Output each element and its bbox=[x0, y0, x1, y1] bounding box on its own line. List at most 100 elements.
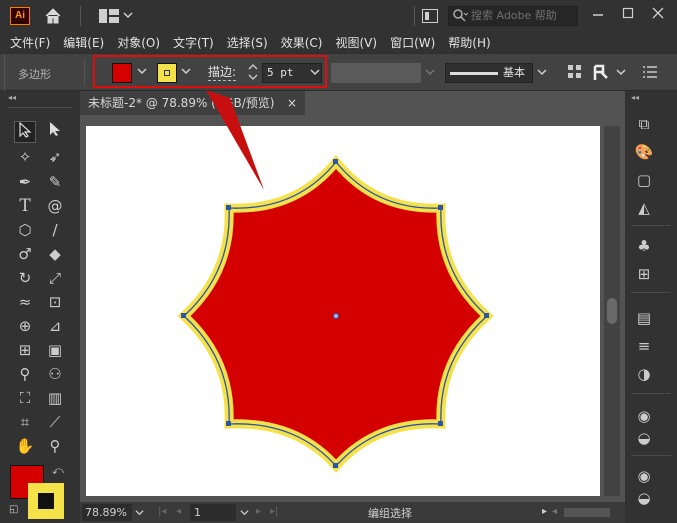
rotate-tool-icon[interactable]: ↻ bbox=[14, 267, 36, 289]
callout-arrow bbox=[206, 90, 264, 190]
pencil-tool-icon[interactable]: / bbox=[44, 219, 66, 241]
menu-help[interactable]: 帮助(H) bbox=[448, 34, 490, 51]
artboard-number-field[interactable]: 1 bbox=[190, 504, 236, 521]
width-tool-icon[interactable]: ≈ bbox=[14, 291, 36, 313]
chevron-down-icon[interactable] bbox=[616, 67, 626, 80]
workspace-grid-icon[interactable] bbox=[99, 9, 119, 26]
gradient-tool-icon[interactable]: ▣ bbox=[44, 339, 66, 361]
maximize-icon[interactable] bbox=[618, 6, 638, 26]
menu-view[interactable]: 视图(V) bbox=[335, 34, 377, 51]
mesh-tool-icon[interactable]: ⊞ bbox=[14, 339, 36, 361]
selection-tool-icon[interactable] bbox=[14, 121, 36, 143]
zoom-level-field[interactable]: 78.89% bbox=[82, 504, 132, 521]
brush-definition-label: 基本 bbox=[503, 66, 525, 79]
artboard-tool-icon[interactable]: ⌗ bbox=[14, 411, 36, 433]
menu-effect[interactable]: 效果(C) bbox=[281, 34, 323, 51]
paintbrush-tool-icon[interactable]: ♂ bbox=[14, 243, 36, 265]
collapse-panel-icon[interactable]: ◂◂ bbox=[8, 93, 16, 102]
last-artboard-icon[interactable]: ▸| bbox=[270, 506, 278, 517]
free-transform-tool-icon[interactable]: ⊡ bbox=[44, 291, 66, 313]
divider bbox=[8, 107, 72, 108]
panel-grip[interactable] bbox=[0, 54, 5, 92]
menu-file[interactable]: 文件(F) bbox=[10, 34, 50, 51]
chevron-down-icon[interactable] bbox=[123, 9, 133, 23]
spiral-tool-icon[interactable]: @ bbox=[44, 195, 66, 217]
divider bbox=[631, 455, 671, 456]
lasso-tool-icon[interactable]: ➶ bbox=[44, 146, 66, 168]
zoom-tool-icon[interactable]: ⚲ bbox=[44, 435, 66, 457]
appearance-panel-icon[interactable]: ◑ bbox=[633, 363, 655, 385]
artboard[interactable] bbox=[86, 126, 600, 496]
properties-panel-icon[interactable]: ⧉ bbox=[633, 113, 655, 135]
swap-fill-stroke-icon[interactable]: ⤺ bbox=[52, 464, 64, 478]
next-artboard-icon[interactable]: ▸ bbox=[256, 506, 261, 517]
divider bbox=[631, 393, 671, 394]
chevron-down-icon[interactable] bbox=[537, 67, 547, 80]
symbols-panel-icon[interactable]: ♣ bbox=[633, 235, 655, 257]
scale-tool-icon[interactable]: ⤢ bbox=[44, 267, 66, 289]
panel-dock: ◂◂ ⧉ 🎨 ▢ ◭ ♣ ⊞ ▤ ≡ ◑ ◉ ◒ ◉ ◒ bbox=[625, 91, 677, 523]
close-tab-icon[interactable]: × bbox=[287, 91, 301, 115]
first-artboard-icon[interactable]: |◂ bbox=[158, 506, 166, 517]
color-panel-icon[interactable]: 🎨 bbox=[633, 141, 655, 163]
curvature-tool-icon[interactable]: ✎ bbox=[44, 171, 66, 193]
scrollbar-thumb[interactable] bbox=[607, 298, 617, 324]
perspective-grid-tool-icon[interactable]: ⊿ bbox=[44, 315, 66, 337]
chevron-down-icon[interactable] bbox=[240, 507, 249, 520]
variable-width-profile[interactable] bbox=[331, 63, 421, 83]
align-icon[interactable] bbox=[568, 65, 582, 82]
blend-tool-icon[interactable]: ⚇ bbox=[44, 363, 66, 385]
type-tool-icon[interactable]: T bbox=[14, 195, 36, 217]
chevron-down-icon[interactable] bbox=[425, 67, 435, 80]
divider bbox=[631, 292, 671, 293]
shape-builder-tool-icon[interactable]: ⊕ bbox=[14, 315, 36, 337]
menu-type[interactable]: 文字(T) bbox=[173, 34, 214, 51]
chevron-down-icon[interactable] bbox=[135, 507, 144, 520]
asset-export-panel-icon[interactable]: ◉ bbox=[633, 465, 655, 487]
brush-stroke-preview bbox=[450, 72, 498, 75]
minimize-icon[interactable] bbox=[588, 6, 608, 26]
eraser-tool-icon[interactable]: ◆ bbox=[44, 243, 66, 265]
menu-window[interactable]: 窗口(W) bbox=[390, 34, 435, 51]
direct-selection-tool-icon[interactable] bbox=[44, 121, 66, 143]
artboards-panel-icon[interactable]: ◒ bbox=[633, 487, 655, 509]
expand-panels-icon[interactable]: ◂◂ bbox=[631, 93, 639, 102]
transparency-panel-icon[interactable]: ▤ bbox=[633, 307, 655, 329]
status-menu-arrow-icon[interactable]: ▸ bbox=[542, 506, 547, 517]
divider bbox=[84, 60, 85, 86]
divider bbox=[80, 6, 81, 26]
magic-wand-tool-icon[interactable]: ✧ bbox=[14, 146, 36, 168]
menu-object[interactable]: 对象(O) bbox=[117, 34, 160, 51]
slice-tool-icon[interactable]: ⟋ bbox=[44, 411, 66, 433]
menu-select[interactable]: 选择(S) bbox=[227, 34, 268, 51]
swatches-panel-icon[interactable]: ⊞ bbox=[633, 263, 655, 285]
eyedropper-tool-icon[interactable]: ⚲ bbox=[14, 363, 36, 385]
panel-menu-icon[interactable] bbox=[643, 66, 657, 81]
center-point bbox=[333, 313, 339, 319]
previous-artboard-icon[interactable]: ◂ bbox=[176, 506, 181, 517]
octagram-artwork[interactable] bbox=[86, 126, 600, 496]
column-graph-tool-icon[interactable]: ▥ bbox=[44, 387, 66, 409]
horizontal-scrollbar[interactable] bbox=[564, 508, 610, 517]
transform-icon[interactable] bbox=[593, 64, 611, 85]
libraries-panel-icon[interactable]: ◒ bbox=[633, 427, 655, 449]
gradient-panel-icon[interactable]: ◭ bbox=[633, 197, 655, 219]
hand-tool-icon[interactable]: ✋ bbox=[14, 435, 36, 457]
close-icon[interactable] bbox=[648, 6, 668, 26]
toolbox-panel: ◂◂ ✧ ➶ ✒ ✎ T @ ⬡ / ♂ ◆ ↻ ⤢ ≈ ⊡ ⊕ ⊿ ⊞ ▣ ⚲… bbox=[0, 91, 80, 523]
default-fill-stroke-icon[interactable]: ◱ bbox=[9, 504, 18, 515]
app-logo: Ai bbox=[10, 7, 30, 25]
menu-edit[interactable]: 编辑(E) bbox=[63, 34, 104, 51]
screen-mode-icon[interactable] bbox=[422, 9, 438, 26]
home-icon[interactable] bbox=[44, 7, 62, 29]
status-bar: 78.89% |◂ ◂ 1 ▸ ▸| 编组选择 ▸ ◂ bbox=[80, 502, 625, 523]
layers-panel-icon[interactable]: ◉ bbox=[633, 405, 655, 427]
stroke-panel-icon[interactable]: ≡ bbox=[633, 335, 655, 357]
toolbox-stroke-swatch[interactable] bbox=[28, 483, 64, 519]
search-icon[interactable] bbox=[452, 6, 469, 30]
pen-tool-icon[interactable]: ✒ bbox=[14, 171, 36, 193]
color-guide-panel-icon[interactable]: ▢ bbox=[633, 169, 655, 191]
polygon-tool-icon[interactable]: ⬡ bbox=[14, 219, 36, 241]
scroll-left-icon[interactable]: ◂ bbox=[552, 506, 557, 517]
symbol-sprayer-tool-icon[interactable]: ⛶ bbox=[14, 387, 36, 409]
